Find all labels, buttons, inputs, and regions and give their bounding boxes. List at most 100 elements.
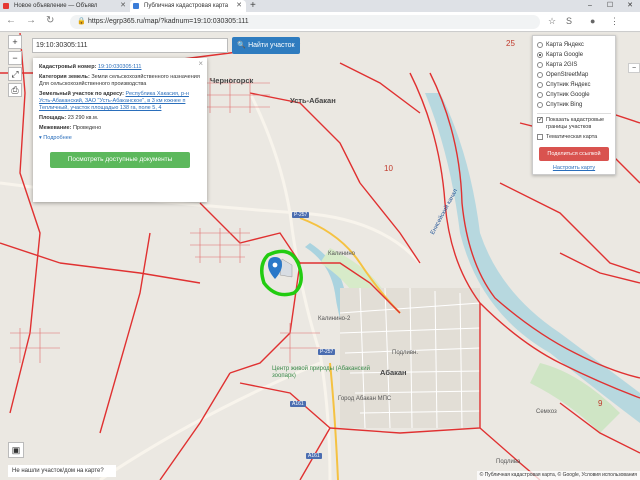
map-label-chernogorsk: Черногорск: [210, 76, 254, 85]
layer-label: Спутник Яндекс: [546, 82, 591, 88]
area-row: Площадь: 23 290 кв.м.: [39, 115, 201, 122]
find-parcel-label: Найти участок: [248, 42, 295, 49]
survey-value: Проведено: [72, 125, 102, 131]
tab-title: Публичная кадастровая карта: [144, 3, 229, 9]
browser-tab-bar: Новое объявление — Объявл ✕ Публичная ка…: [0, 0, 640, 12]
layer-label: OpenStreetMap: [546, 72, 589, 78]
thematic-map-checkbox[interactable]: Тематическая карта: [537, 134, 611, 141]
tab-favicon-icon: [3, 3, 9, 9]
profile-icon[interactable]: ●: [590, 16, 595, 26]
layer-option-2gis[interactable]: Карта 2GIS: [537, 60, 611, 70]
parcel-info-panel: × Кадастровый номер: 19:10:030305:111 Ка…: [33, 58, 207, 202]
search-icon: 🔍: [237, 42, 247, 49]
road-badge-a161-2: А161: [306, 453, 322, 459]
radio-icon: [537, 42, 543, 48]
browser-toolbar: ← → ↻ 🔒 https://egrp365.ru/map/?kadnum=1…: [0, 12, 640, 32]
find-parcel-button[interactable]: 🔍 Найти участок: [232, 37, 300, 54]
map-controls: + − ⤢ ⎙: [8, 35, 22, 99]
minimize-button[interactable]: –: [580, 0, 600, 12]
category-label: Категория земель:: [39, 74, 90, 80]
cadastral-search-input[interactable]: 19:10:30305:111: [32, 38, 228, 53]
address-bar[interactable]: 🔒 https://egrp365.ru/map/?kadnum=19:10:0…: [70, 15, 540, 29]
map-label-ust-abakan: Усть-Абакан: [290, 96, 336, 105]
close-tab-icon[interactable]: ✕: [120, 0, 126, 12]
menu-icon[interactable]: ⋮: [610, 16, 619, 27]
radio-icon: [537, 102, 543, 108]
forward-icon[interactable]: →: [26, 15, 36, 26]
browser-tab-cadastral-map[interactable]: Публичная кадастровая карта ✕: [130, 0, 246, 12]
fullscreen-icon[interactable]: ⤢: [8, 67, 22, 81]
copyright-text: © Публичная кадастровая карта, © Google,…: [476, 471, 640, 480]
area-value: 23 290 кв.м.: [67, 115, 99, 121]
layer-label: Карта 2GIS: [546, 62, 578, 68]
layers-toggle-icon[interactable]: ▣: [8, 442, 24, 458]
new-tab-button[interactable]: +: [250, 0, 256, 12]
share-link-button[interactable]: Поделиться ссылкой: [539, 147, 609, 161]
road-badge-r257: Р-257: [292, 212, 310, 218]
map-label-semchoz: Семхоз: [536, 409, 557, 415]
map-label-zoo: Центр живой природы (Абаканский зоопарк): [272, 366, 371, 379]
category-row: Категория земель: Земли сельскохозяйстве…: [39, 74, 201, 88]
more-details-link[interactable]: ▾ Подробнее: [39, 135, 201, 142]
map-label-25: 25: [506, 39, 515, 48]
layer-option-yandex[interactable]: Карта Яндекс: [537, 40, 611, 50]
view-documents-button[interactable]: Посмотреть доступные документы: [50, 152, 190, 168]
checkbox-checked-icon: ✓: [537, 117, 544, 123]
window-controls: – ☐ ✕: [580, 0, 640, 12]
checkbox-icon: [537, 134, 543, 140]
layer-option-osm[interactable]: OpenStreetMap: [537, 70, 611, 80]
map-label-abakan: Абакан: [380, 368, 407, 377]
layer-label: Спутник Bing: [546, 102, 583, 108]
chevron-down-icon: ▾: [39, 135, 42, 141]
layer-label: Спутник Google: [546, 92, 590, 98]
map-label-9: 9: [598, 399, 603, 408]
more-details-label: Подробнее: [43, 135, 72, 141]
road-badge-a161: А161: [290, 401, 306, 407]
divider: [537, 113, 611, 114]
zoom-in-button[interactable]: +: [8, 35, 22, 49]
layer-option-google-satellite[interactable]: Спутник Google: [537, 90, 611, 100]
radio-selected-icon: [537, 52, 543, 58]
cadnum-link[interactable]: 19:10:030305:111: [98, 64, 142, 70]
print-icon[interactable]: ⎙: [8, 83, 22, 97]
layer-option-yandex-satellite[interactable]: Спутник Яндекс: [537, 80, 611, 90]
radio-icon: [537, 72, 543, 78]
back-icon[interactable]: ←: [6, 15, 16, 26]
not-found-link[interactable]: Не нашли участок/дом на карте?: [8, 465, 116, 477]
close-window-button[interactable]: ✕: [620, 0, 640, 12]
browser-tab-ads[interactable]: Новое объявление — Объявл ✕: [0, 0, 130, 12]
map-layers-panel: Карта Яндекс Карта Google Карта 2GIS Ope…: [532, 35, 616, 175]
radio-icon: [537, 62, 543, 68]
url-text: https://egrp365.ru/map/?kadnum=19:10:030…: [88, 18, 249, 25]
collapse-panel-button[interactable]: −: [628, 63, 640, 73]
address-row: Земельный участок по адресу: Республика …: [39, 91, 201, 112]
show-boundaries-checkbox[interactable]: ✓ Показать кадастровые границы участков: [537, 117, 611, 131]
survey-label: Межевание:: [39, 125, 72, 131]
zoom-out-button[interactable]: −: [8, 51, 22, 65]
location-marker-icon: [268, 257, 282, 279]
maximize-button[interactable]: ☐: [600, 0, 620, 12]
tab-title: Новое объявление — Объявл: [14, 3, 98, 9]
layer-option-google[interactable]: Карта Google: [537, 50, 611, 60]
lock-icon: 🔒: [77, 18, 86, 25]
reload-icon[interactable]: ↻: [46, 15, 54, 26]
selected-parcel: [279, 258, 293, 278]
map-label-mps: Город Абакан МПС: [338, 396, 392, 402]
radio-icon: [537, 92, 543, 98]
address-label: Земельный участок по адресу:: [39, 91, 124, 97]
cadnum-label: Кадастровый номер:: [39, 64, 97, 70]
map-label-kalinino2: Калинино-2: [318, 316, 351, 322]
radio-icon: [537, 82, 543, 88]
close-icon[interactable]: ×: [198, 60, 203, 68]
cadnum-row: Кадастровый номер: 19:10:030305:111: [39, 64, 201, 71]
layer-option-bing-satellite[interactable]: Спутник Bing: [537, 100, 611, 110]
skype-extension-icon[interactable]: S: [566, 16, 572, 26]
tab-favicon-icon: [133, 3, 139, 9]
close-tab-icon[interactable]: ✕: [236, 0, 242, 12]
layer-label: Карта Google: [546, 52, 584, 58]
configure-map-link[interactable]: Настроить карту: [537, 165, 611, 171]
category-value: Земли сельскохозяйственного назначения: [91, 74, 200, 80]
usage-value: Для сельскохозяйственного производства: [39, 81, 147, 87]
bookmark-star-icon[interactable]: ☆: [548, 16, 556, 27]
map-area[interactable]: Черногорск Усть-Абакан Абакан Калинино К…: [0, 33, 640, 480]
